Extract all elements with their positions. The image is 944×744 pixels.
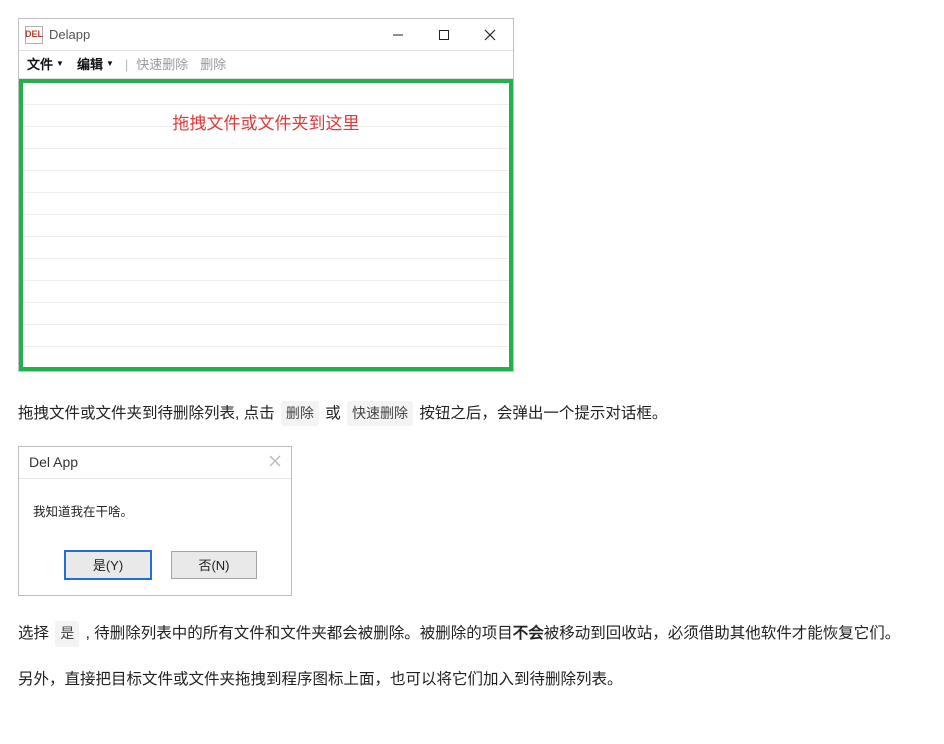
menu-file[interactable]: 文件 ▼ xyxy=(23,53,73,76)
delapp-window: DEL Delapp 文件 ▼ 编辑 ▼ | 快速删除 删除 xyxy=(18,18,514,372)
close-icon[interactable] xyxy=(269,447,281,478)
app-icon: DEL xyxy=(25,26,43,44)
text: 拖拽文件或文件夹到待删除列表, 点击 xyxy=(18,405,279,422)
text: 按钮之后，会弹出一个提示对话框。 xyxy=(419,405,667,422)
chip-yes: 是 xyxy=(55,621,79,646)
caret-down-icon: ▼ xyxy=(56,57,64,71)
doc-paragraph-2: 选择 是 , 待删除列表中的所有文件和文件夹都会被删除。被删除的项目不会被移动到… xyxy=(18,620,926,648)
text: 被移动到回收站，必须借助其他软件才能恢复它们。 xyxy=(544,625,901,642)
menu-file-label: 文件 xyxy=(27,53,53,76)
app-title: Delapp xyxy=(49,23,375,46)
dialog-message: 我知道我在干啥。 xyxy=(19,479,291,542)
text: 选择 xyxy=(18,625,53,642)
menu-separator: | xyxy=(123,53,130,76)
menu-edit-label: 编辑 xyxy=(77,53,103,76)
chip-delete: 删除 xyxy=(281,401,319,426)
text: , 待删除列表中的所有文件和文件夹都会被删除。被删除的项目 xyxy=(86,625,513,642)
no-button[interactable]: 否(N) xyxy=(171,551,257,579)
menu-edit[interactable]: 编辑 ▼ xyxy=(73,53,123,76)
maximize-button[interactable] xyxy=(421,19,467,50)
chip-quick-delete: 快速删除 xyxy=(347,401,413,426)
dialog-buttons: 是(Y) 否(N) xyxy=(19,541,291,595)
drop-hint-text: 拖拽文件或文件夹到这里 xyxy=(23,109,509,140)
text: 或 xyxy=(325,405,345,422)
yes-button[interactable]: 是(Y) xyxy=(65,551,151,579)
drop-frame: 拖拽文件或文件夹到这里 xyxy=(19,79,513,371)
menu-quick-delete[interactable]: 快速删除 xyxy=(130,53,194,76)
bold-text: 不会 xyxy=(513,625,544,642)
dialog-title: Del App xyxy=(29,450,269,475)
doc-paragraph-1: 拖拽文件或文件夹到待删除列表, 点击 删除 或 快速删除 按钮之后，会弹出一个提… xyxy=(18,400,926,428)
window-controls xyxy=(375,19,513,50)
confirm-dialog: Del App 我知道我在干啥。 是(Y) 否(N) xyxy=(18,446,292,597)
doc-paragraph-3: 另外，直接把目标文件或文件夹拖拽到程序图标上面，也可以将它们加入到待删除列表。 xyxy=(18,666,926,694)
dialog-titlebar: Del App xyxy=(19,447,291,479)
drop-zone[interactable]: 拖拽文件或文件夹到这里 xyxy=(23,83,509,367)
menu-delete[interactable]: 删除 xyxy=(194,53,232,76)
caret-down-icon: ▼ xyxy=(106,57,114,71)
minimize-button[interactable] xyxy=(375,19,421,50)
titlebar: DEL Delapp xyxy=(19,19,513,51)
menubar: 文件 ▼ 编辑 ▼ | 快速删除 删除 xyxy=(19,51,513,79)
close-button[interactable] xyxy=(467,19,513,50)
